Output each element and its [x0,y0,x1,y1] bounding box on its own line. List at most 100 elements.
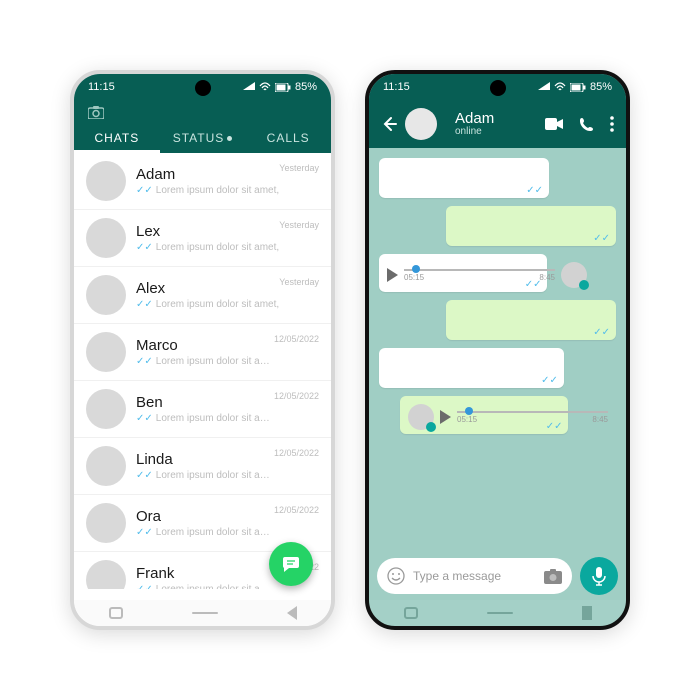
new-chat-icon [281,555,301,573]
attach-camera-icon[interactable] [544,569,562,584]
chat-row[interactable]: Marco ✓✓Lorem ipsum dolor sit amet 12/05… [74,324,331,381]
wifi-icon [538,82,550,92]
chat-preview: ✓✓Lorem ipsum dolor sit amet, [136,242,279,253]
chat-preview: ✓✓Lorem ipsum dolor sit amet [136,413,274,424]
new-chat-button[interactable] [269,542,313,586]
chat-avatar [86,218,126,258]
battery-icon [570,83,586,92]
read-ticks-icon: ✓✓ [525,279,542,290]
chat-avatar [86,161,126,201]
voice-call-icon[interactable] [579,117,594,132]
voice-progress[interactable] [457,411,608,413]
outgoing-message[interactable]: ✓✓ [446,206,616,246]
camera-icon[interactable] [88,106,104,119]
chat-row[interactable]: Lex ✓✓Lorem ipsum dolor sit amet, Yester… [74,210,331,267]
chat-time: Yesterday [279,220,319,230]
read-ticks-icon: ✓✓ [541,375,558,386]
message-area[interactable]: ✓✓ ✓✓ 05:158:45 ✓✓ ✓✓ ✓✓ [369,148,626,550]
status-dot-icon [227,136,232,141]
tab-status-label: STATUS [173,131,225,145]
recent-apps-button[interactable] [404,607,418,619]
incoming-voice-message[interactable]: 05:158:45 ✓✓ [379,254,547,292]
contact-info[interactable]: Adam online [455,111,494,137]
chat-time: 12/05/2022 [274,391,319,401]
more-menu-icon[interactable] [610,116,614,132]
chat-row[interactable]: Adam ✓✓Lorem ipsum dolor sit amet, Yeste… [74,153,331,210]
outgoing-message[interactable]: ✓✓ [446,300,616,340]
home-button[interactable] [487,612,513,615]
read-ticks-icon: ✓✓ [136,413,153,424]
read-ticks-icon: ✓✓ [136,299,153,310]
back-arrow-icon[interactable] [381,116,397,132]
chat-preview: ✓✓Lorem ipsum dolor sit amet, [136,185,279,196]
chat-row[interactable]: Alex ✓✓Lorem ipsum dolor sit amet, Yeste… [74,267,331,324]
tab-bar: CHATS STATUS CALLS [74,123,331,153]
read-ticks-icon: ✓✓ [136,356,153,367]
read-ticks-icon: ✓✓ [136,584,153,589]
play-icon[interactable] [440,410,451,424]
signal-icon [554,82,566,92]
tab-calls[interactable]: CALLS [245,123,331,153]
camera-notch [490,80,506,96]
chat-name: Alex [136,280,279,297]
conversation-header: Adam online [369,100,626,148]
read-ticks-icon: ✓✓ [136,527,153,538]
outgoing-voice-message[interactable]: 05:158:45 ✓✓ [400,396,568,434]
app-header: CHATS STATUS CALLS [74,100,331,153]
phone-conversation: 11:15 85% Adam online ✓✓ ✓✓ [365,70,630,630]
chat-avatar [86,332,126,372]
emoji-icon[interactable] [387,567,405,585]
message-input[interactable]: Type a message [377,558,572,594]
battery-icon [275,83,291,92]
message-composer: Type a message [369,552,626,600]
chat-avatar [86,275,126,315]
read-ticks-icon: ✓✓ [593,233,610,244]
sender-avatar [408,404,434,430]
chat-row[interactable]: Ben ✓✓Lorem ipsum dolor sit amet 12/05/2… [74,381,331,438]
chat-time: Yesterday [279,277,319,287]
battery-percent: 85% [590,81,612,93]
chat-avatar [86,560,126,589]
contact-name: Adam [455,111,494,126]
recent-apps-button[interactable] [109,607,123,619]
chat-time: Yesterday [279,163,319,173]
read-ticks-icon: ✓✓ [593,327,610,338]
read-ticks-icon: ✓✓ [136,185,153,196]
chat-preview: ✓✓Lorem ipsum dolor sit amet [136,470,274,481]
tab-chats-label: CHATS [94,131,139,145]
voice-time-current: 05:15 [457,415,477,424]
back-button[interactable] [582,606,592,620]
chat-avatar [86,446,126,486]
tab-chats[interactable]: CHATS [74,123,160,153]
voice-record-button[interactable] [580,557,618,595]
chat-preview: ✓✓Lorem ipsum dolor sit amet [136,356,274,367]
voice-time-current: 05:15 [404,273,424,282]
android-nav-bar [74,600,331,626]
chat-list[interactable]: Adam ✓✓Lorem ipsum dolor sit amet, Yeste… [74,153,331,589]
voice-progress[interactable] [404,269,555,271]
message-placeholder: Type a message [413,569,536,583]
play-icon[interactable] [387,268,398,282]
home-button[interactable] [192,612,218,615]
chat-preview: ✓✓Lorem ipsum dolor sit amet, [136,299,279,310]
chat-name: Lex [136,223,279,240]
chat-name: Adam [136,166,279,183]
phone-chat-list: 11:15 85% CHATS STATUS CALLS Adam ✓✓Lore… [70,70,335,630]
chat-row[interactable]: Linda ✓✓Lorem ipsum dolor sit amet 12/05… [74,438,331,495]
clock: 11:15 [383,81,410,93]
tab-status[interactable]: STATUS [160,123,246,153]
chat-name: Marco [136,337,274,354]
contact-avatar[interactable] [405,108,437,140]
chat-name: Linda [136,451,274,468]
incoming-message[interactable]: ✓✓ [379,158,549,198]
read-ticks-icon: ✓✓ [136,242,153,253]
video-call-icon[interactable] [545,118,563,130]
wifi-icon [243,82,255,92]
chat-name: Frank [136,565,274,582]
incoming-message[interactable]: ✓✓ [379,348,564,388]
read-ticks-icon: ✓✓ [526,185,543,196]
back-button[interactable] [287,606,297,620]
chat-time: 12/05/2022 [274,505,319,515]
read-ticks-icon: ✓✓ [546,421,563,432]
tab-calls-label: CALLS [267,131,310,145]
